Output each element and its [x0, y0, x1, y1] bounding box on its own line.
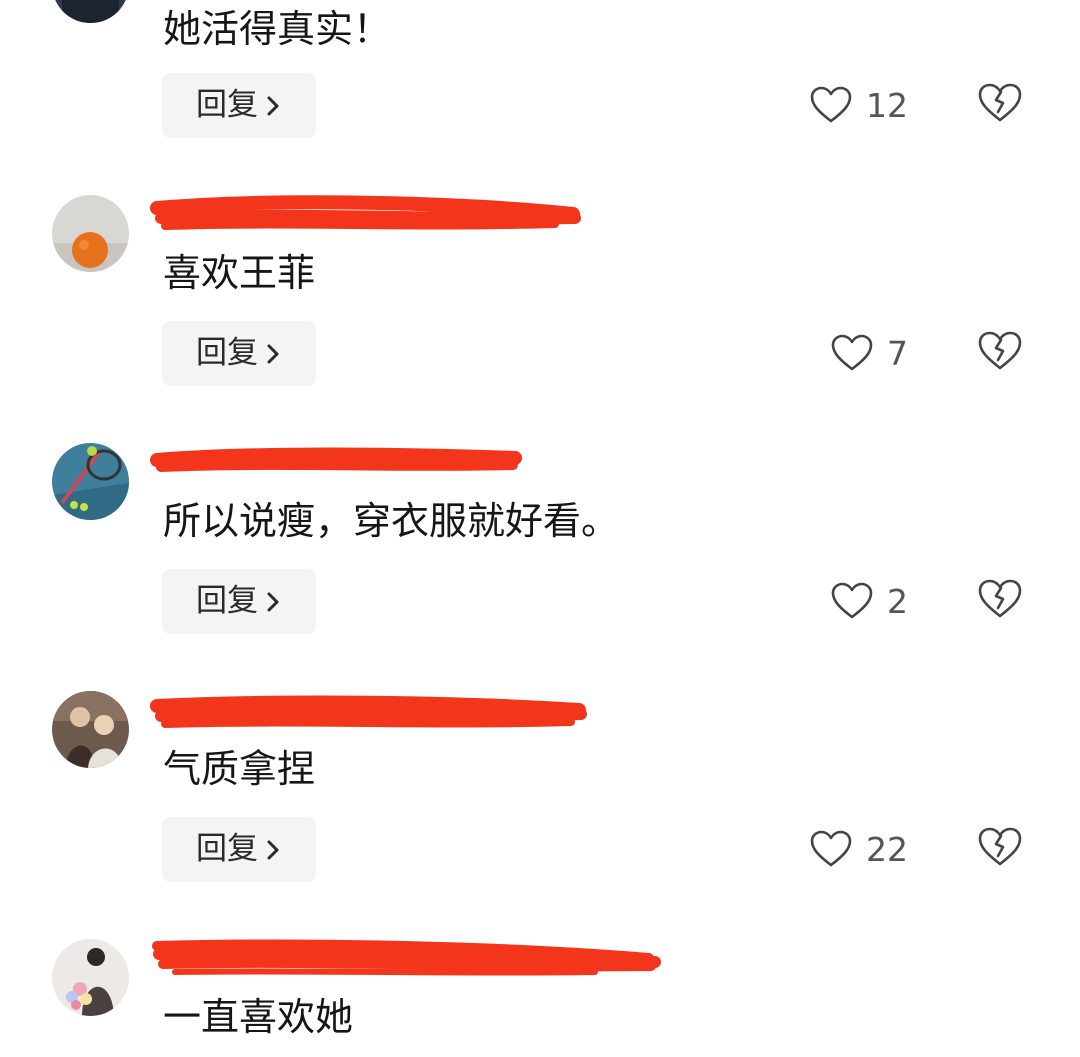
like-count: 2: [887, 581, 908, 621]
comment-text: 喜欢王菲: [163, 251, 316, 295]
chevron-right-icon: [266, 343, 280, 365]
like-count: 7: [887, 333, 908, 373]
reply-label: 回复: [196, 335, 258, 371]
avatar[interactable]: [52, 195, 129, 272]
like-button[interactable]: 2: [831, 579, 908, 623]
reply-button[interactable]: 回复: [162, 321, 316, 386]
avatar[interactable]: [52, 443, 129, 520]
avatar[interactable]: [52, 0, 129, 23]
reply-button[interactable]: 回复: [162, 73, 316, 138]
avatar[interactable]: [52, 939, 129, 1016]
comment-text: 气质拿捏: [163, 747, 316, 791]
comment-text: 她活得真实！: [163, 7, 392, 51]
comment-text: 所以说瘦，穿衣服就好看。: [163, 499, 620, 543]
heart-outline-icon: [810, 86, 852, 124]
heart-outline-icon: [831, 582, 873, 620]
dislike-button[interactable]: [977, 826, 1023, 870]
reply-label: 回复: [196, 831, 258, 867]
chevron-right-icon: [266, 839, 280, 861]
broken-heart-icon: [977, 82, 1023, 124]
reply-button[interactable]: 回复: [162, 569, 316, 634]
like-count: 12: [866, 85, 908, 125]
dislike-button[interactable]: [977, 82, 1023, 126]
comment-text: 一直喜欢她: [163, 995, 354, 1039]
reply-label: 回复: [196, 87, 258, 123]
like-button[interactable]: 12: [810, 83, 908, 127]
heart-outline-icon: [810, 830, 852, 868]
chevron-right-icon: [266, 95, 280, 117]
reply-button[interactable]: 回复: [162, 817, 316, 882]
broken-heart-icon: [977, 578, 1023, 620]
avatar[interactable]: [52, 691, 129, 768]
like-count: 22: [866, 829, 908, 869]
reply-label: 回复: [196, 583, 258, 619]
username-redacted: ·· ···· ···· ··: [150, 440, 525, 486]
like-button[interactable]: 7: [831, 331, 908, 375]
heart-outline-icon: [831, 334, 873, 372]
like-button[interactable]: 22: [810, 827, 908, 871]
chevron-right-icon: [266, 591, 280, 613]
dislike-button[interactable]: [977, 578, 1023, 622]
broken-heart-icon: [977, 330, 1023, 372]
dislike-button[interactable]: [977, 330, 1023, 374]
username-redacted: ·· ······· ···· ···: [152, 936, 665, 982]
username-redacted: ·· ····· ···· ··: [150, 690, 595, 736]
username-redacted: ··· ····· ···· ···: [150, 190, 585, 236]
broken-heart-icon: [977, 826, 1023, 868]
